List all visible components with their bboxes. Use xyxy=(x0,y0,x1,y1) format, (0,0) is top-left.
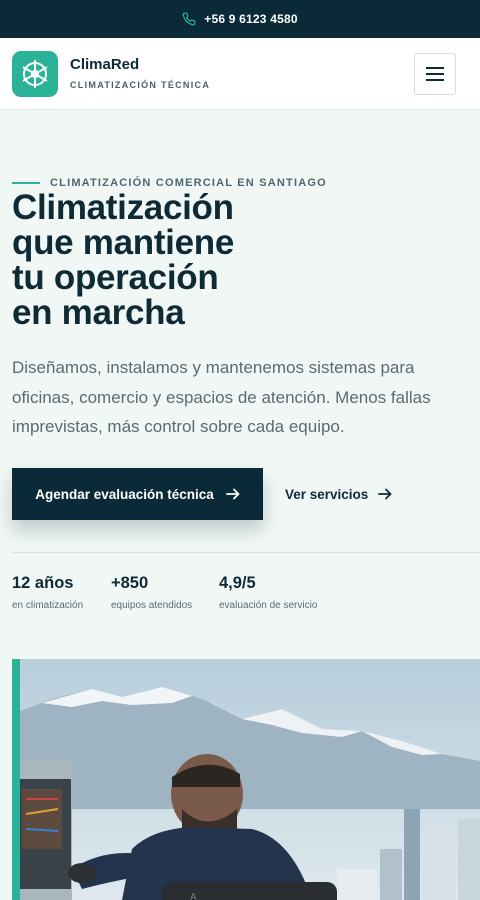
hero-title: Climatización que mantiene tu operación … xyxy=(12,190,312,330)
stat-label: evaluación de servicio xyxy=(219,600,318,611)
schedule-evaluation-label: Agendar evaluación técnica xyxy=(35,486,214,502)
svg-text:A: A xyxy=(190,892,197,900)
brand-name[interactable]: ClimaRed xyxy=(70,56,139,73)
hero-photo-accent-bar xyxy=(12,659,20,900)
arrow-right-icon xyxy=(378,488,392,500)
arrow-right-icon xyxy=(225,488,240,500)
stat-years: 12 años en climatización xyxy=(12,574,83,611)
hero-description: Diseñamos, instalamos y mantenemos siste… xyxy=(12,358,431,436)
stat-value: 4,9/5 xyxy=(219,574,256,592)
hero-title-line: que mantiene xyxy=(12,223,235,262)
schedule-evaluation-button[interactable]: Agendar evaluación técnica xyxy=(12,468,263,520)
site-header: ClimaRed CLIMATIZACIÓN TÉCNICA xyxy=(0,38,480,110)
stat-label: equipos atendidos xyxy=(111,600,193,611)
stats-divider xyxy=(12,552,480,553)
stat-rating: 4,9/5 evaluación de servicio xyxy=(219,574,317,611)
view-services-link[interactable]: Ver servicios xyxy=(285,468,392,520)
stat-value: 12 años xyxy=(12,574,74,592)
phone-icon xyxy=(182,12,196,26)
hero-title-line: tu operación xyxy=(12,258,219,297)
brand-tagline: CLIMATIZACIÓN TÉCNICA xyxy=(70,80,211,90)
menu-button[interactable] xyxy=(414,53,456,95)
stat-equipment: +850 equipos atendidos xyxy=(111,574,192,611)
hamburger-menu-icon xyxy=(426,67,444,81)
stat-label: en climatización xyxy=(12,600,84,611)
view-services-label: Ver servicios xyxy=(285,486,369,502)
snowflake-icon[interactable] xyxy=(12,51,58,97)
hero-title-line: Climatización xyxy=(12,188,234,227)
hero-photo-technician: A xyxy=(12,659,480,900)
top-contact-bar: +56 9 6123 4580 xyxy=(0,0,480,38)
hero-title-line: en marcha xyxy=(12,293,185,332)
stat-value: +850 xyxy=(111,574,149,592)
phone-link[interactable]: +56 9 6123 4580 xyxy=(204,12,297,26)
eyebrow-accent-line xyxy=(12,182,40,184)
